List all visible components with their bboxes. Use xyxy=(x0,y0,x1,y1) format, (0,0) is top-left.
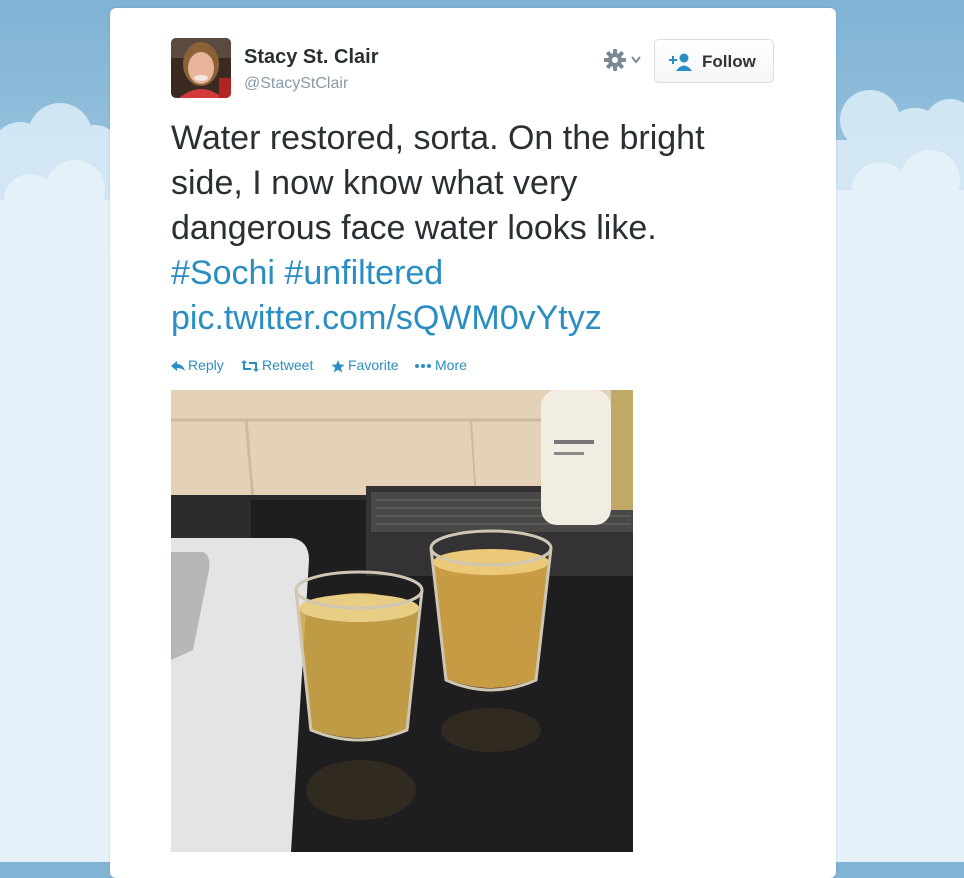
gear-icon xyxy=(604,49,641,71)
tweet-text-line: side, I now know what very xyxy=(171,164,578,202)
tweet-text-line: Water restored, sorta. On the bright xyxy=(171,119,705,157)
more-dots-icon xyxy=(415,364,431,368)
retweet-icon xyxy=(241,360,259,372)
hashtag-link[interactable]: #unfiltered xyxy=(284,254,443,292)
favorite-label: Favorite xyxy=(348,357,399,373)
avatar-photo xyxy=(171,38,231,98)
settings-menu-button[interactable] xyxy=(603,46,649,74)
tweet-card: Stacy St. Clair @StacyStClair Follow Wat… xyxy=(110,8,836,878)
water-glasses-photo xyxy=(171,390,633,852)
follow-button-label: Follow xyxy=(702,52,756,71)
tweet-text: Water restored, sorta. On the bright sid… xyxy=(171,116,791,341)
retweet-label: Retweet xyxy=(262,357,314,373)
avatar[interactable] xyxy=(171,38,231,98)
star-icon xyxy=(331,360,345,373)
more-label: More xyxy=(435,357,467,373)
author-name[interactable]: Stacy St. Clair xyxy=(244,46,379,69)
reply-label: Reply xyxy=(188,357,224,373)
chevron-down-icon xyxy=(631,56,641,64)
tweet-photo[interactable] xyxy=(171,390,633,852)
reply-icon xyxy=(171,361,185,371)
pic-link[interactable]: pic.twitter.com/sQWM0vYtyz xyxy=(171,299,602,337)
tweet-text-line: dangerous face water looks like. xyxy=(171,209,657,247)
follow-button[interactable]: Follow xyxy=(654,39,774,83)
hashtag-link[interactable]: #Sochi xyxy=(171,254,275,292)
add-user-icon xyxy=(669,53,692,71)
author-handle[interactable]: @StacyStClair xyxy=(244,75,348,93)
